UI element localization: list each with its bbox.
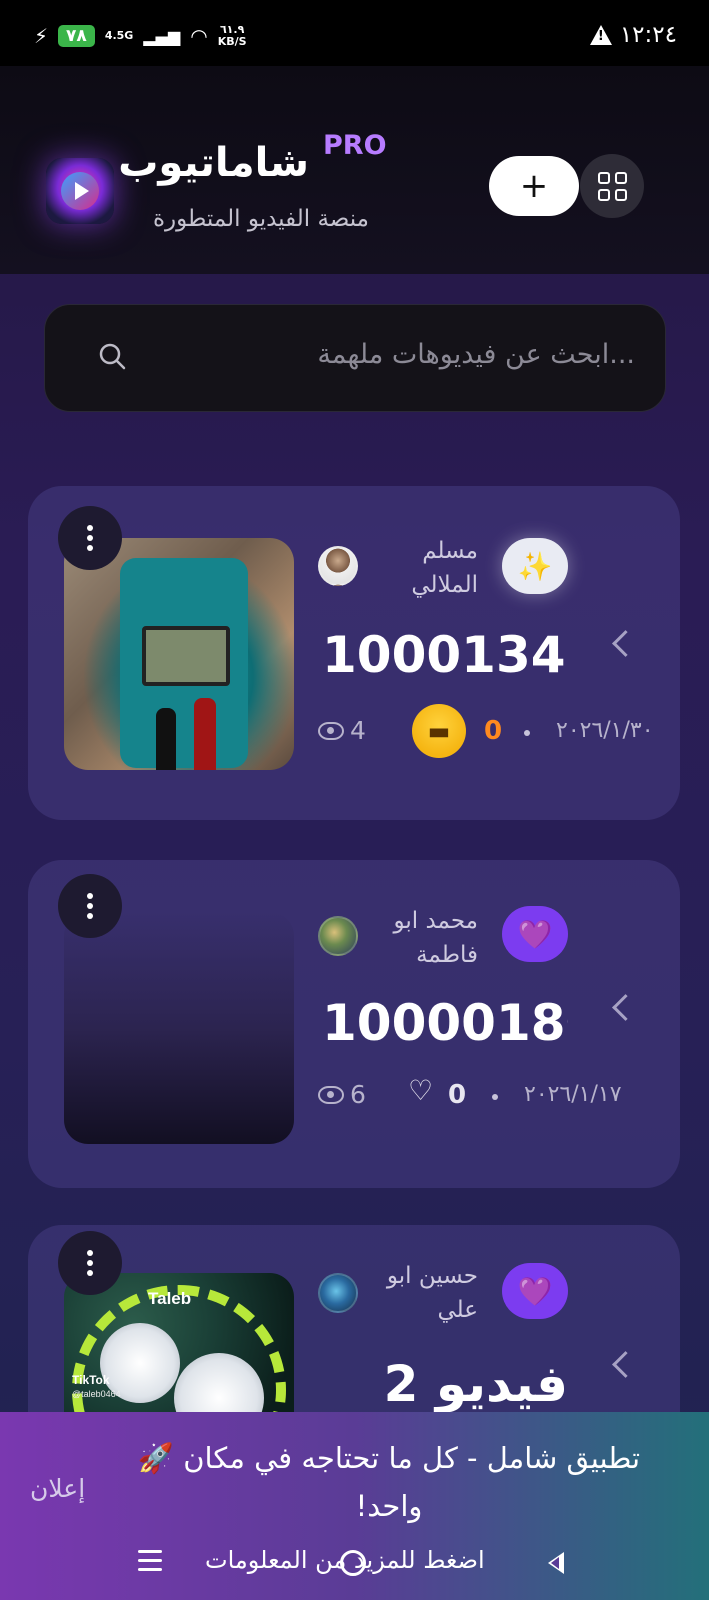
chevron-left-icon[interactable] <box>612 1351 639 1378</box>
view-count-value: 6 <box>350 1080 366 1109</box>
author-name[interactable]: مسلم الملالي <box>368 534 478 602</box>
battery-indicator: ٧٨ <box>58 25 95 47</box>
menu-icon[interactable] <box>138 1550 162 1571</box>
warning-icon: ! <box>589 25 612 45</box>
tiktok-handle: @taleb0464 <box>72 1389 121 1399</box>
chevron-left-icon[interactable] <box>612 630 639 657</box>
network-speed: ٦١.٩ KB/S <box>218 24 247 48</box>
plus-icon: + <box>519 166 549 206</box>
signal-icon: ▂▄▆ <box>143 26 181 46</box>
reaction-glyph: ✨ <box>517 549 553 583</box>
app-header: شاماتيوب PRO منصة الفيديو المتطورة + <box>0 66 709 274</box>
grid-icon <box>597 171 627 201</box>
thumbnail-label: Taleb <box>148 1289 192 1308</box>
video-title[interactable]: 1000018042 <box>322 994 568 1052</box>
network-type: 4.5G <box>104 29 134 42</box>
avatar[interactable] <box>318 1273 358 1313</box>
separator-dot <box>492 1094 498 1100</box>
purple-heart-icon[interactable]: 💜 <box>502 906 568 962</box>
search-input[interactable]: ...ابحث عن فيديوهات ملهمة <box>317 339 635 370</box>
ad-label: إعلان <box>30 1474 86 1503</box>
separator-dot <box>524 730 530 736</box>
video-title[interactable]: 1000134735 <box>322 626 568 684</box>
app-title: شاماتيوب <box>118 140 309 186</box>
wifi-icon: ◠ <box>190 24 208 48</box>
avatar[interactable] <box>318 546 358 586</box>
chevron-left-icon[interactable] <box>612 994 639 1021</box>
app-logo <box>46 158 114 224</box>
angry-face-icon[interactable]: ▬ <box>412 704 466 758</box>
sparkles-icon[interactable]: ✨ <box>502 538 568 594</box>
play-icon <box>61 172 99 210</box>
like-count: 0 <box>448 1080 467 1110</box>
back-nav-icon[interactable] <box>548 1552 564 1574</box>
video-title[interactable]: فيديو 2 <box>322 1355 568 1413</box>
view-count-value: 4 <box>350 716 366 745</box>
avatar[interactable] <box>318 916 358 956</box>
video-thumbnail[interactable] <box>64 912 294 1144</box>
add-video-button[interactable]: + <box>489 156 579 216</box>
grid-view-button[interactable] <box>580 154 644 218</box>
pro-badge: PRO <box>323 130 387 161</box>
clock: ١٢:٢٤ <box>619 22 677 48</box>
view-count: 6 <box>318 1080 366 1109</box>
heart-outline-icon[interactable]: ♡ <box>408 1074 433 1107</box>
tiktok-watermark: TikTok <box>72 1373 110 1387</box>
reaction-count: 0 <box>484 716 503 746</box>
charging-icon: ⚡ <box>34 24 49 48</box>
video-card[interactable]: محمد ابو فاطمة 💜 1000018042 6 ♡ 0 ٢٠٢٦/١… <box>28 860 680 1188</box>
home-nav-icon[interactable] <box>340 1550 366 1576</box>
more-options-button[interactable] <box>58 506 122 570</box>
network-speed-unit: KB/S <box>217 35 247 48</box>
eye-icon <box>318 721 344 740</box>
more-options-button[interactable] <box>58 874 122 938</box>
upload-date: ٢٠٢٦/١/١٧ <box>524 1082 622 1107</box>
purple-heart-icon[interactable]: 💜 <box>502 1263 568 1319</box>
author-name[interactable]: محمد ابو فاطمة <box>368 904 478 972</box>
upload-date: ٢٠٢٦/١/٣٠ <box>556 718 654 743</box>
reaction-glyph: 💜 <box>517 1274 553 1308</box>
video-card[interactable]: مسلم الملالي ✨ 1000134735 4 ▬ 0 ٢٠٢٦/١/٣… <box>28 486 680 820</box>
more-options-button[interactable] <box>58 1231 122 1295</box>
reaction-glyph: 💜 <box>517 917 553 951</box>
status-bar: ⚡ ٧٨ 4.5G ▂▄▆ ◠ ٦١.٩ KB/S ! ١٢:٢٤ <box>0 0 709 66</box>
search-icon <box>99 343 126 370</box>
ad-text[interactable]: تطبيق شامل - كل ما تحتاجه في مكان 🚀 واحد… <box>109 1434 669 1530</box>
app-subtitle: منصة الفيديو المتطورة <box>152 206 369 232</box>
view-count: 4 <box>318 716 366 745</box>
author-name[interactable]: حسين ابو علي <box>368 1259 478 1327</box>
eye-icon <box>318 1085 344 1104</box>
video-thumbnail[interactable] <box>64 538 294 770</box>
search-bar[interactable]: ...ابحث عن فيديوهات ملهمة <box>44 304 666 412</box>
